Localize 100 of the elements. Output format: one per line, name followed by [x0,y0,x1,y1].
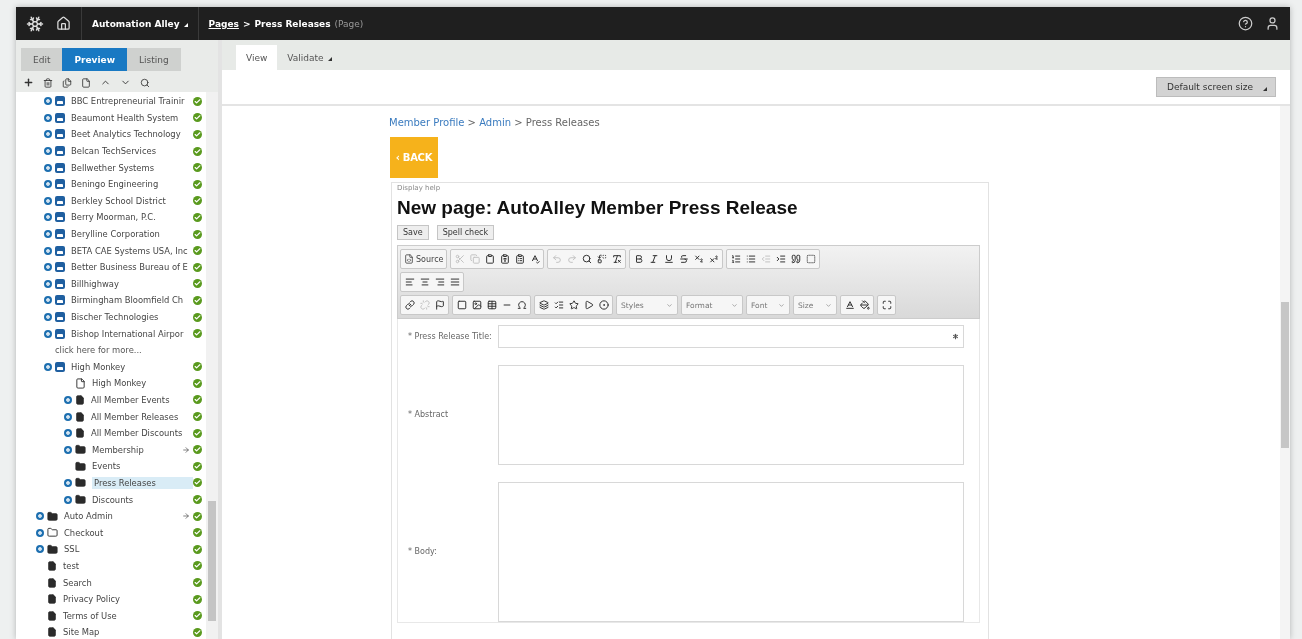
expand-icon[interactable] [44,130,52,139]
page-type: (Page) [334,18,364,29]
expand-icon[interactable] [44,180,52,189]
tree-item[interactable]: High Monkey [92,378,193,389]
file-icon[interactable] [81,77,91,88]
expand-icon[interactable] [44,329,52,338]
expand-icon[interactable] [44,230,52,239]
tree-item[interactable]: All Member Discounts [91,428,193,439]
chevron-down-icon [666,301,673,309]
expand-icon[interactable] [36,512,44,521]
expand-icon[interactable] [64,412,72,421]
page-icon [47,610,57,621]
expand-icon[interactable] [64,495,72,504]
tree-item[interactable]: test [63,560,193,571]
tree-item[interactable]: Beaumont Health System [71,112,193,123]
tree-item[interactable]: Press Releases [92,476,193,489]
breadcrumb-link[interactable]: Member Profile [389,117,465,128]
user-icon[interactable] [1265,16,1280,31]
tree-item[interactable]: Birmingham Bloomfield Ch [71,295,193,306]
tree-item[interactable]: Auto Admin [64,511,182,522]
tree-item[interactable]: High Monkey [71,361,193,372]
site-icon [55,295,65,306]
mode-tab[interactable]: Preview [62,48,127,71]
expand-icon[interactable] [36,528,44,537]
tree-item[interactable]: Bishop International Airpor [71,328,193,339]
expand-icon[interactable] [44,147,52,156]
tree-item[interactable]: BBC Entrepreneurial Trainir [71,96,193,107]
breadcrumb-link[interactable]: Pages [208,18,239,29]
tree-item[interactable]: Berry Moorman, P.C. [71,212,193,223]
expand-icon[interactable] [44,246,52,255]
site-icon [55,278,65,289]
tree-item[interactable]: Belcan TechServices [71,146,193,157]
expand-icon[interactable] [64,429,72,438]
tree-item[interactable]: Berkley School District [71,195,193,206]
tree-item[interactable]: SSL [64,544,193,555]
site-icon [55,179,65,190]
home-icon[interactable] [56,16,71,31]
view-tab[interactable]: Validate [277,45,342,70]
expand-icon[interactable] [44,296,52,305]
tree-item[interactable]: Bellwether Systems [71,162,193,173]
paint-bucket-icon[interactable] [857,297,872,313]
view-tab[interactable]: View [236,45,278,70]
tree-item[interactable]: Terms of Use [63,610,193,621]
site-selector[interactable]: Automation Alley [92,18,180,29]
tree-item[interactable]: Bischer Technologies [71,312,193,322]
tree-item[interactable]: Discounts [92,494,193,505]
expand-icon[interactable] [44,113,52,122]
tree-item[interactable]: Berylline Corporation [71,229,193,240]
breadcrumb-separator: > [242,18,251,29]
layers-icon[interactable] [536,297,551,313]
tree-item[interactable]: Site Map [63,627,193,638]
expand-icon[interactable] [44,97,52,106]
plus-icon[interactable] [23,77,34,88]
page-icon [75,428,85,439]
expand-icon[interactable] [44,263,52,272]
tree-item[interactable]: Search [63,577,193,588]
more-link[interactable]: click here for more... [55,345,202,356]
snowflake-logo-icon[interactable] [26,14,44,33]
expand-icon[interactable] [44,163,52,172]
copy-icon[interactable] [62,77,72,88]
breadcrumb-link[interactable]: Admin [479,117,512,128]
help-icon[interactable] [1238,16,1253,31]
input-field[interactable] [498,482,964,622]
scrollbar[interactable] [1280,106,1290,639]
page-icon [75,411,85,422]
expand-icon[interactable] [44,313,52,321]
tree-item[interactable]: Membership [92,444,182,455]
mode-tab[interactable]: Edit [21,48,63,71]
expand-icon[interactable] [44,279,52,288]
tree-item[interactable]: BETA CAE Systems USA, Inc [71,245,193,256]
expand-icon[interactable] [64,478,72,487]
expand-icon[interactable] [44,196,52,205]
tree-item[interactable]: Beningo Engineering [71,179,193,190]
tree-item[interactable]: All Member Events [91,395,193,405]
screen-size-dropdown[interactable]: Default screen size [1156,77,1276,97]
trash-icon[interactable] [43,77,53,88]
tree-item[interactable]: Better Business Bureau of E [71,262,193,273]
dot-circle-icon[interactable] [596,297,611,313]
expand-icon[interactable] [36,545,44,554]
tree-item[interactable]: All Member Releases [91,411,193,422]
expand-icon[interactable] [64,445,72,454]
input-field[interactable] [498,325,964,348]
tree-item[interactable]: Checkout [64,527,193,538]
form-button[interactable]: Save [397,225,429,240]
page-icon [47,594,57,605]
search-icon[interactable] [140,77,150,88]
tree-item[interactable]: Billhighway [71,278,193,289]
scrollbar[interactable] [206,92,218,639]
tree-item[interactable]: Beet Analytics Technology [71,129,193,140]
form-button[interactable]: Spell check [436,225,495,240]
mode-tab[interactable]: Listing [126,48,181,71]
tree-item[interactable]: Events [92,461,193,472]
input-field[interactable] [498,365,964,465]
chevron-down-icon [778,301,785,309]
tree-item[interactable]: Privacy Policy [63,594,193,605]
link-icon[interactable] [402,297,417,313]
expand-icon[interactable] [44,362,52,371]
expand-icon[interactable] [44,213,52,222]
expand-icon[interactable] [64,396,72,404]
page-icon [47,627,57,638]
